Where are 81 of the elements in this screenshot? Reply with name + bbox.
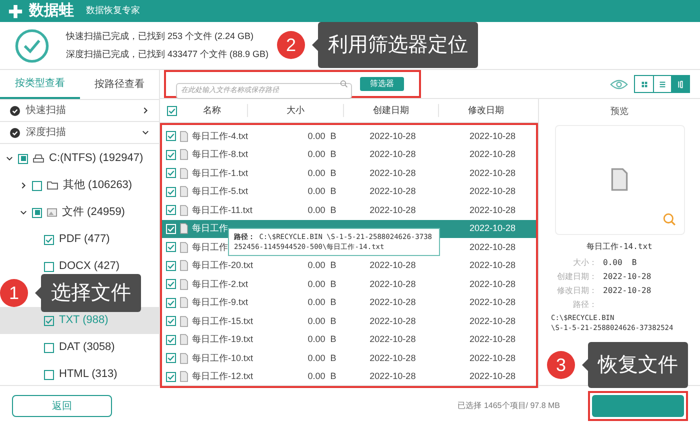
file-size: 0.00 B [306,166,336,180]
file-size: 0.00 B [306,185,336,198]
created-date: 2022-10-28 [368,185,417,198]
file-size: 0.00 B [306,333,336,346]
created-date: 2022-10-28 [368,148,417,161]
detail-value: 0.00 B [603,256,637,268]
modified-date: 2022-10-28 [468,314,517,328]
scan-summary-text: 快速扫描已完成，已找到 253 个文件 (2.24 GB) [66,30,255,43]
modified-date: 2022-10-28 [468,204,517,216]
detail-label: 创建日期： [556,270,597,282]
file-name: 每日工作-15.txt [192,314,254,328]
file-name: 每日工作-11.txt [192,204,254,216]
created-date: 2022-10-28 [368,296,417,309]
created-date: 2022-10-28 [368,352,417,364]
file-name: 每日工作-1.txt [192,166,250,180]
tree-label: PDF (477) [59,232,110,248]
step-tooltip: 选择文件 [41,274,141,312]
modified-date: 2022-10-28 [468,222,517,235]
modified-date: 2022-10-28 [468,333,517,346]
created-date: 2022-10-28 [368,204,417,216]
tree-label: TXT (988) [59,313,108,328]
preview-title: 预览 [610,105,628,118]
file-size: 0.00 B [306,314,336,328]
modified-date: 2022-10-28 [468,352,517,364]
step-number-badge: 2 [277,31,305,59]
modified-date: 2022-10-28 [468,166,517,180]
tree-label: 其他 (106263) [63,178,132,194]
file-size: 0.00 B [306,370,336,383]
modified-date: 2022-10-28 [468,296,517,309]
created-date: 2022-10-28 [368,166,417,180]
scan-mode-label: 快速扫描 [26,104,67,118]
file-size: 0.00 B [306,278,336,290]
app-name: 数据蛙 [29,0,74,21]
modified-date: 2022-10-28 [468,185,517,198]
detail-value: 2022-10-28 [603,284,652,296]
detail-label: 路径： [572,298,597,310]
step-number-badge: 1 [0,279,28,307]
created-date: 2022-10-28 [368,314,417,328]
modified-date: 2022-10-28 [468,130,517,142]
file-name: 每日工作-19.txt [192,333,254,346]
file-size: 0.00 B [306,204,336,216]
detail-value: 2022-10-28 [603,270,652,282]
file-name: 每日工作-9.txt [192,296,250,309]
modified-date: 2022-10-28 [468,370,517,383]
scan-mode-label: 深度扫描 [26,126,67,140]
tree-label: DOCX (427) [59,259,120,274]
file-name: 每日工作-10.txt [192,352,254,364]
file-size: 0.00 B [306,352,336,364]
file-size: 0.00 B [306,259,336,272]
created-date: 2022-10-28 [368,333,417,346]
preview-file-name: 每日工作-14.txt [586,240,652,252]
file-name: 每日工作-2.txt [192,278,250,290]
file-size: 0.00 B [306,148,336,161]
created-date: 2022-10-28 [368,370,417,383]
file-size: 0.00 B [306,130,336,142]
created-date: 2022-10-28 [368,130,417,142]
tree-label: HTML (313) [59,367,118,382]
app-subtitle: 数据恢复专家 [86,4,140,18]
selection-status: 已选择 1465个项目/ 97.8 MB [458,400,560,412]
file-name: 每日工作-5.txt [192,185,250,198]
file-name: 每日工作 [192,222,229,235]
modified-date: 2022-10-28 [468,278,517,290]
created-date: 2022-10-28 [368,278,417,290]
file-size: 0.00 B [306,296,336,309]
modified-date: 2022-10-28 [468,240,517,254]
modified-date: 2022-10-28 [468,148,517,161]
tree-label: DAT (3058) [59,340,115,356]
file-name: 每日工作-4.txt [192,130,250,142]
step-tooltip: 利用筛选器定位 [318,22,478,68]
created-date: 2022-10-28 [368,259,417,272]
scan-summary-text: 深度扫描已完成，已找到 433477 个文件 (88.9 GB) [66,48,269,61]
file-name: 每日工作-8.txt [192,148,250,161]
tree-label: 文件 (24959) [62,204,125,220]
file-name: 每日工作-20.txt [192,259,254,272]
step-tooltip: 恢复文件 [588,342,688,388]
detail-label: 修改日期： [556,284,597,296]
file-name: 每日工作-12.txt [192,370,254,383]
modified-date: 2022-10-28 [468,259,517,272]
tree-label: C:(NTFS) (192947) [49,151,144,166]
detail-label: 大小： [572,256,597,268]
step-number-badge: 3 [547,351,575,379]
